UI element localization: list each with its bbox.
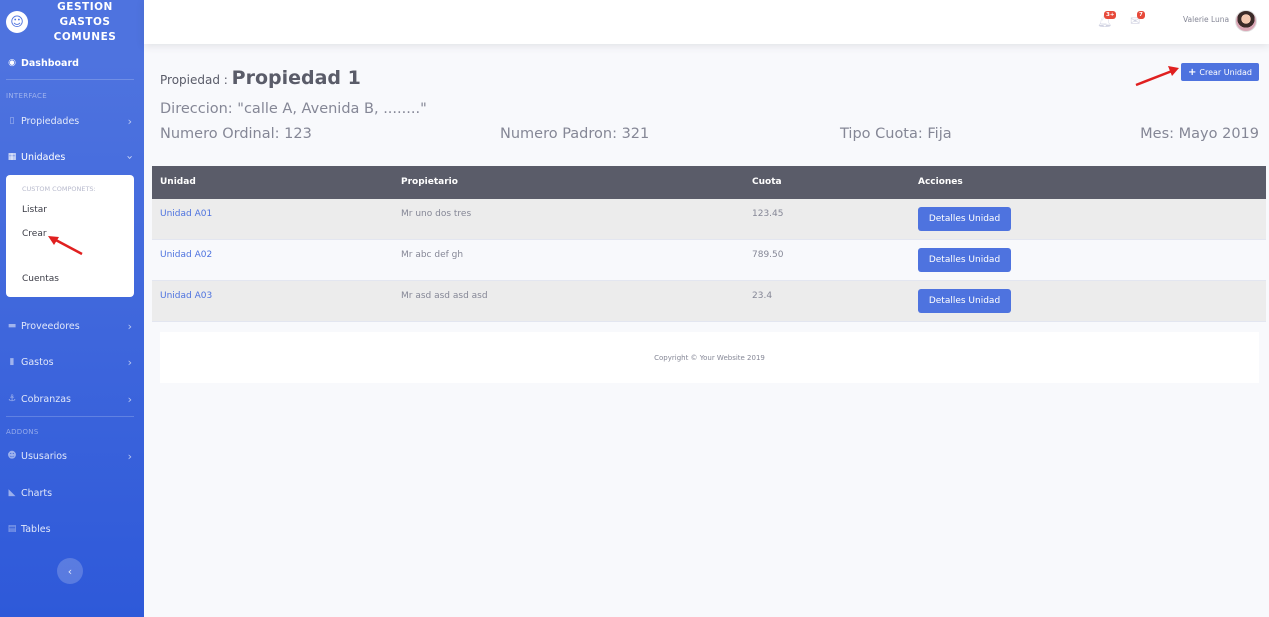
quota-cell: 789.50 <box>752 250 784 260</box>
sidebar-item-usuarios[interactable]: ☻ Ususarios › <box>0 446 144 466</box>
table-row: Unidad A03 Mr asd asd asd asd 23.4 Detal… <box>152 281 1266 322</box>
mes: Mes: Mayo 2019 <box>1140 126 1259 142</box>
table-row: Unidad A01 Mr uno dos tres 123.45 Detall… <box>152 199 1266 240</box>
sidebar-divider <box>6 79 134 80</box>
avatar[interactable] <box>1235 10 1257 32</box>
owner-cell: Mr abc def gh <box>401 250 464 260</box>
units-table: Unidad Propietario Cuota Acciones Unidad… <box>152 166 1266 322</box>
sidebar: ☺ GESTION GASTOS COMUNES ◉ Dashboard INT… <box>0 0 144 617</box>
column-header: Propietario <box>401 177 458 187</box>
sidebar-item-tables[interactable]: ▤ Tables <box>0 519 144 539</box>
sidebar-item-gastos[interactable]: ▮ Gastos › <box>0 352 144 372</box>
chevron-right-icon: › <box>127 114 132 128</box>
grid-icon: ▦ <box>7 152 17 162</box>
chevron-right-icon: › <box>127 355 132 369</box>
submenu-item-cuentas[interactable]: Cuentas <box>22 274 59 284</box>
copyright-text: Copyright © Your Website 2019 <box>654 353 765 362</box>
numero-ordinal: Numero Ordinal: 123 <box>160 126 312 142</box>
sidebar-divider <box>6 416 134 417</box>
sidebar-item-label: Gastos <box>21 356 54 368</box>
owner-cell: Mr asd asd asd asd <box>401 291 488 301</box>
sidebar-item-label: Proveedores <box>21 320 80 332</box>
chevron-down-icon: › <box>123 154 137 160</box>
sidebar-item-label: Tables <box>21 523 51 535</box>
column-header: Cuota <box>752 177 782 187</box>
unit-link[interactable]: Unidad A03 <box>160 291 212 301</box>
sidebar-item-label: Dashboard <box>21 57 79 69</box>
create-unit-button[interactable]: + Crear Unidad <box>1181 63 1259 81</box>
sidebar-item-proveedores[interactable]: ▬ Proveedores › <box>0 316 144 336</box>
user-name[interactable]: Valerie Luna <box>1183 15 1229 24</box>
footer: Copyright © Your Website 2019 <box>160 332 1259 383</box>
building-icon: ▯ <box>9 116 15 126</box>
file-icon: ▮ <box>9 357 15 367</box>
tachometer-icon: ◉ <box>8 58 16 68</box>
hand-coin-icon: ⚓ <box>7 394 17 404</box>
brand-text: GESTION GASTOS COMUNES <box>53 0 117 43</box>
annotation-arrow-crear <box>48 236 83 256</box>
alerts-badge: 3+ <box>1104 11 1117 19</box>
annotation-arrow-crear-unidad <box>1135 66 1179 87</box>
brand[interactable]: ☺ GESTION GASTOS COMUNES <box>0 0 144 44</box>
chevron-left-icon: ‹ <box>67 564 73 578</box>
quota-cell: 123.45 <box>752 209 784 219</box>
page-title: Propiedad : Propiedad 1 <box>160 67 361 89</box>
numero-padron: Numero Padron: 321 <box>500 126 650 142</box>
alerts-bell-button[interactable]: 🔔︎ 3+ <box>1097 11 1117 28</box>
sidebar-toggle-button[interactable]: ‹ <box>57 558 83 584</box>
sidebar-item-label: Charts <box>21 487 53 499</box>
topbar: 🔔︎ 3+ ✉ 7 Valerie Luna <box>144 0 1269 44</box>
chevron-right-icon: › <box>127 392 132 406</box>
sidebar-item-charts[interactable]: ◣ Charts <box>0 483 144 503</box>
sidebar-item-label: Unidades <box>21 151 66 163</box>
details-button[interactable]: Detalles Unidad <box>918 289 1011 313</box>
property-address: Direccion: "calle A, Avenida B, ........… <box>160 101 427 117</box>
truck-icon: ▬ <box>7 321 17 331</box>
sidebar-item-cobranzas[interactable]: ⚓ Cobranzas › <box>0 389 144 409</box>
users-icon: ☻ <box>7 451 17 461</box>
sidebar-item-label: Ususarios <box>21 450 68 462</box>
messages-badge: 7 <box>1137 11 1145 19</box>
unit-link[interactable]: Unidad A01 <box>160 209 212 219</box>
column-header: Acciones <box>918 177 963 187</box>
quota-cell: 23.4 <box>752 291 773 301</box>
chevron-right-icon: › <box>127 319 132 333</box>
details-button[interactable]: Detalles Unidad <box>918 248 1011 272</box>
table-icon: ▤ <box>7 524 17 534</box>
messages-button[interactable]: ✉ 7 <box>1130 11 1145 28</box>
laugh-wink-icon: ☺ <box>6 11 28 33</box>
sidebar-heading-addons: ADDONS <box>6 428 39 436</box>
column-header: Unidad <box>160 177 196 187</box>
submenu-item-crear[interactable]: Crear <box>22 229 47 239</box>
chart-area-icon: ◣ <box>8 488 16 498</box>
sidebar-item-unidades[interactable]: ▦ Unidades › <box>0 147 144 167</box>
sidebar-item-label: Propiedades <box>21 115 80 127</box>
table-header: Unidad Propietario Cuota Acciones <box>152 166 1266 199</box>
sidebar-heading-interface: INTERFACE <box>6 92 47 100</box>
tipo-cuota: Tipo Cuota: Fija <box>840 126 952 142</box>
submenu-item-listar[interactable]: Listar <box>22 205 47 215</box>
chevron-right-icon: › <box>127 449 132 463</box>
details-button[interactable]: Detalles Unidad <box>918 207 1011 231</box>
sidebar-item-propiedades[interactable]: ▯ Propiedades › <box>0 111 144 131</box>
submenu-heading: CUSTOM COMPONETS: <box>22 185 96 193</box>
unit-link[interactable]: Unidad A02 <box>160 250 212 260</box>
sidebar-item-dashboard[interactable]: ◉ Dashboard <box>0 53 144 73</box>
sidebar-item-label: Cobranzas <box>21 393 71 405</box>
table-row: Unidad A02 Mr abc def gh 789.50 Detalles… <box>152 240 1266 281</box>
owner-cell: Mr uno dos tres <box>401 209 472 219</box>
plus-icon: + <box>1188 66 1197 78</box>
